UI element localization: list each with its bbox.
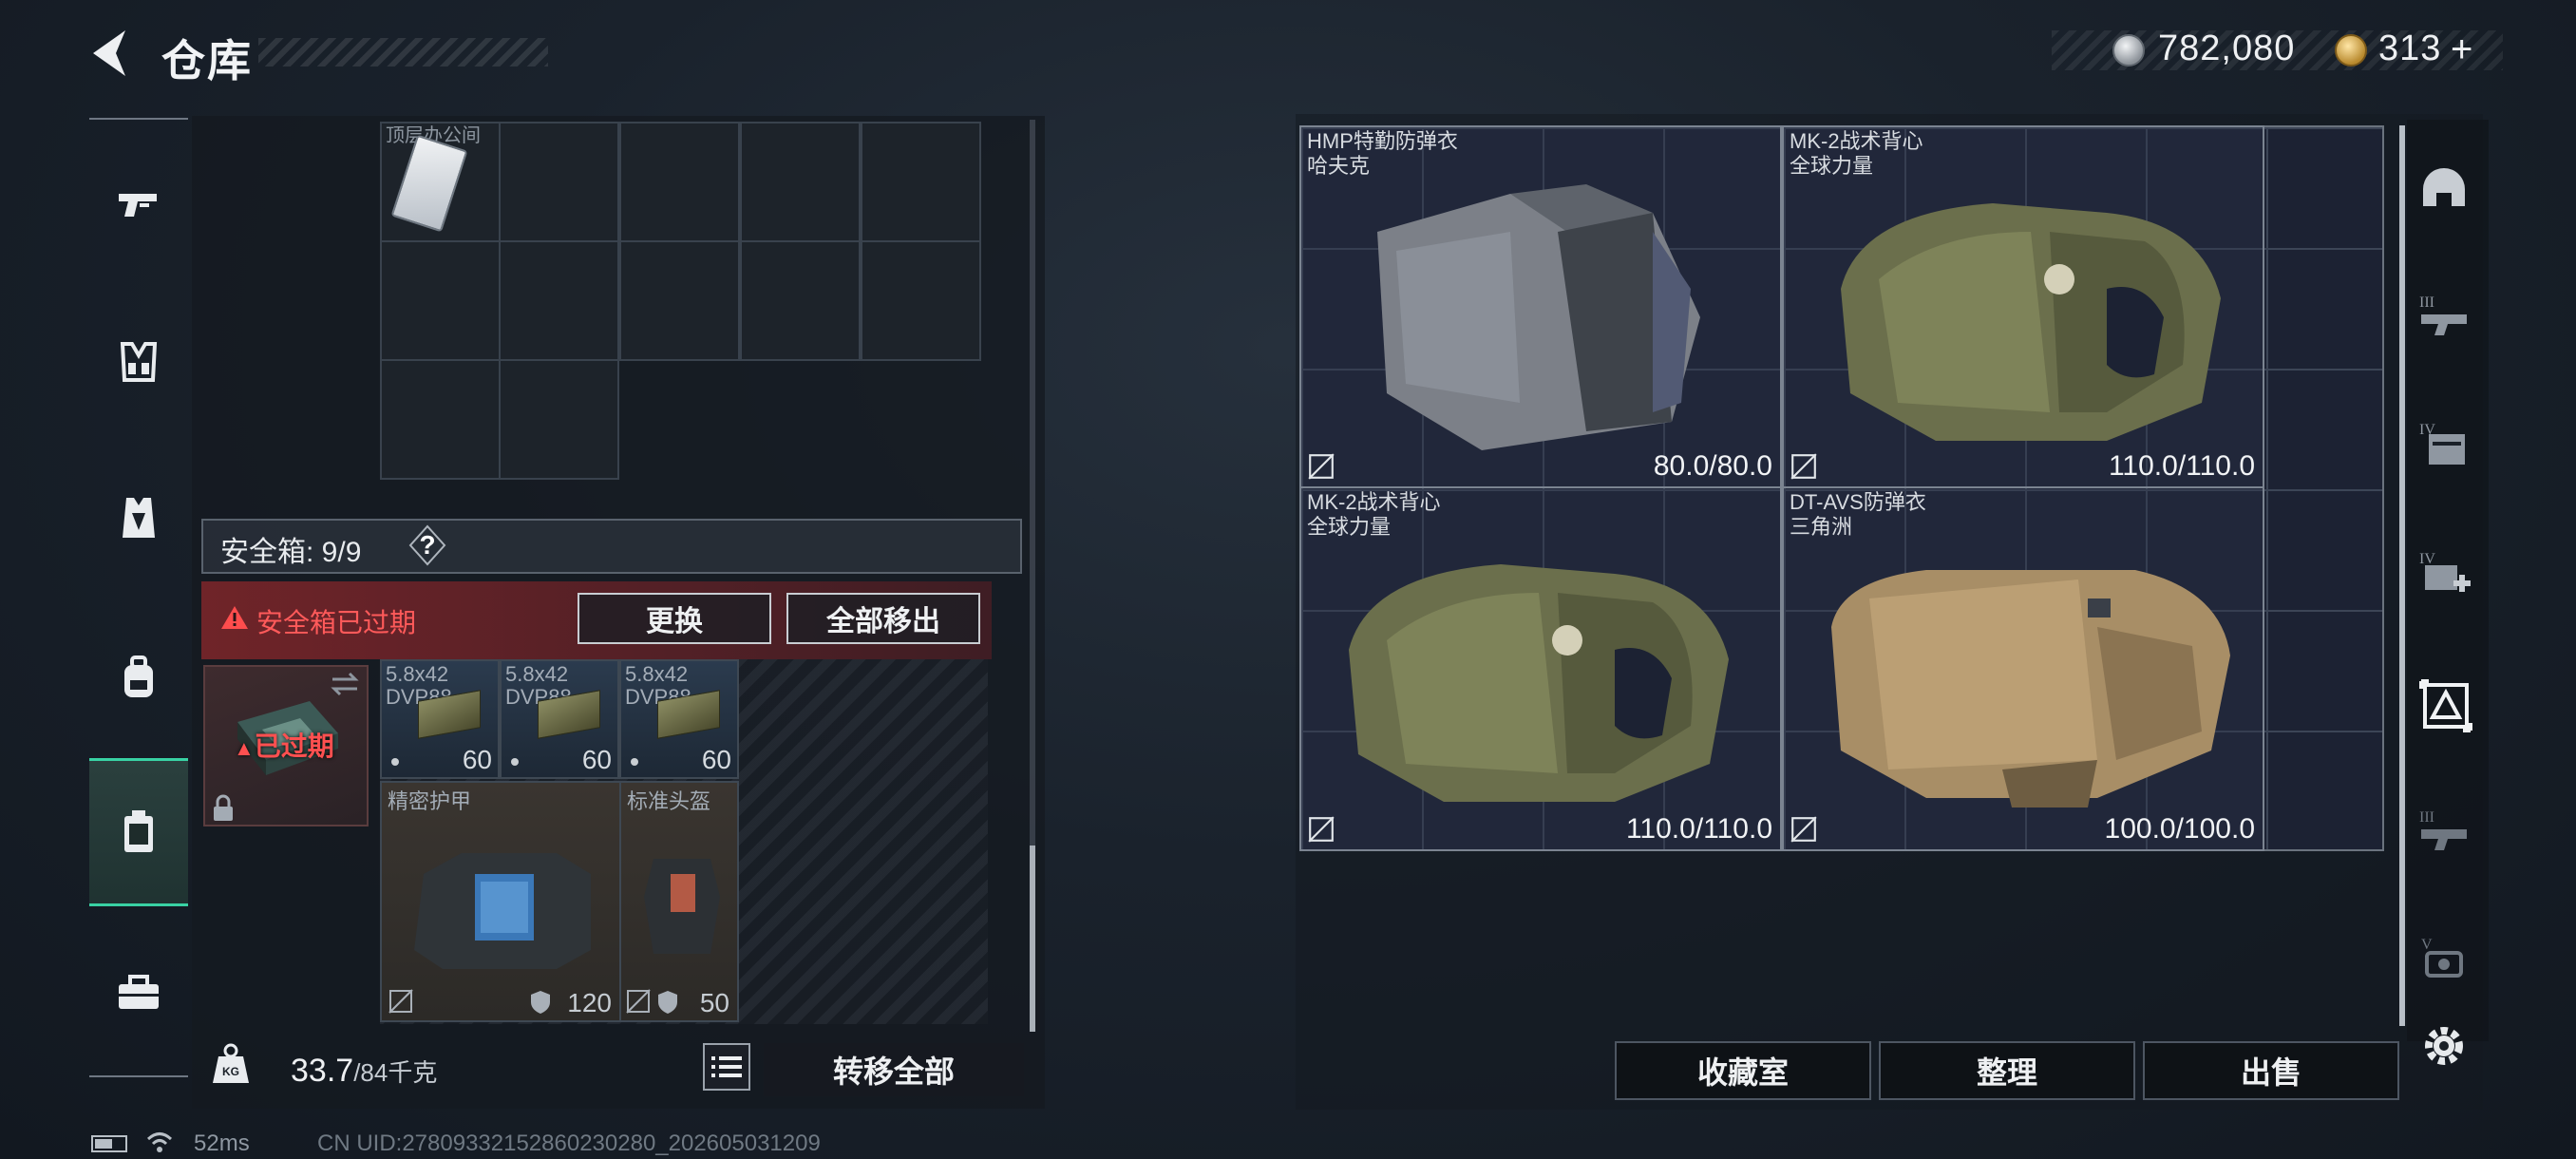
no-insure-icon xyxy=(1308,816,1335,843)
silver-coin-icon xyxy=(2112,34,2145,66)
title-decoration xyxy=(258,38,548,66)
inventory-item-armor[interactable]: MK-2战术背心 全球力量 110.0/110.0 xyxy=(1782,125,2264,488)
dt-avs-vest-image xyxy=(1831,570,2230,808)
add-currency-button[interactable]: + xyxy=(2451,28,2473,71)
armor-filter-icon[interactable] xyxy=(2413,673,2479,739)
nav-divider-top xyxy=(89,118,188,120)
list-icon xyxy=(711,1056,742,1077)
storage-grid xyxy=(380,122,982,481)
ammo-item[interactable]: 5.8x42 DVP88 60 xyxy=(500,659,619,779)
remove-all-button[interactable]: 全部移出 xyxy=(786,593,980,644)
transfer-all-button[interactable]: 转移全部 xyxy=(764,1043,1024,1096)
inventory-item-armor[interactable]: MK-2战术背心 全球力量 110.0/110.0 xyxy=(1299,486,1782,851)
ping-text: 52ms xyxy=(194,1130,250,1156)
ammo-item[interactable]: 5.8x42 DVP88 60 xyxy=(380,659,500,779)
no-insure-icon xyxy=(1790,816,1817,843)
grid-cell[interactable] xyxy=(619,240,740,361)
list-view-button[interactable] xyxy=(703,1043,750,1091)
settings-gear-icon[interactable] xyxy=(2420,1022,2468,1070)
slot-expired-label: ▲已过期 xyxy=(234,732,334,761)
weapon-tier-3b-icon[interactable]: III xyxy=(2413,800,2475,863)
nav-item-weapons[interactable] xyxy=(89,152,188,256)
gear-item-armor[interactable]: 精密护甲 120 xyxy=(380,781,621,1022)
mk2-vest-image xyxy=(1841,203,2221,441)
toolbox-icon xyxy=(119,975,159,1009)
swap-icon[interactable] xyxy=(329,671,361,697)
armor-vest-icon xyxy=(123,498,155,538)
page-title: 仓库 xyxy=(161,36,253,86)
grid-cell[interactable] xyxy=(740,240,861,361)
no-insure-icon xyxy=(388,989,413,1014)
wifi-icon xyxy=(146,1132,173,1152)
silver-amount: 782,080 xyxy=(2158,28,2296,68)
expired-message: 安全箱已过期 xyxy=(256,608,417,637)
grid-cell[interactable] xyxy=(499,359,619,480)
help-icon[interactable]: ? xyxy=(408,524,446,566)
battery-icon xyxy=(91,1135,127,1152)
grid-cell[interactable] xyxy=(380,359,501,480)
safebox-icon xyxy=(124,810,153,852)
mk2-vest-image xyxy=(1349,564,1729,802)
medkit-tier-4-icon[interactable]: IV xyxy=(2413,542,2475,604)
nav-divider-bottom xyxy=(89,1075,188,1077)
svg-text:IV: IV xyxy=(2419,551,2435,567)
ammo-dot-icon xyxy=(631,758,638,766)
nav-item-backpack[interactable] xyxy=(89,625,188,730)
grid-cell[interactable] xyxy=(499,240,619,361)
back-arrow-icon[interactable] xyxy=(87,27,133,80)
inventory-scrollbar[interactable] xyxy=(2399,125,2405,1026)
nav-item-toolbox[interactable] xyxy=(89,940,188,1045)
no-insure-icon xyxy=(1790,453,1817,480)
gear-item-helmet[interactable]: 标准头盔 50 xyxy=(619,781,739,1022)
ammo-dot-icon xyxy=(391,758,399,766)
organize-button[interactable]: 整理 xyxy=(1879,1041,2135,1100)
nav-item-safebox[interactable] xyxy=(89,758,188,906)
shield-icon xyxy=(531,991,550,1014)
storage-scrollbar-thumb[interactable] xyxy=(1030,846,1035,1032)
weight-readout: 33.7/84千克 xyxy=(291,1053,438,1089)
nav-item-armor[interactable] xyxy=(89,466,188,570)
inventory-item-armor[interactable]: HMP特勤防弹衣 哈夫克 80.0/80.0 xyxy=(1299,125,1782,488)
replace-button[interactable]: 更换 xyxy=(578,593,771,644)
lock-icon xyxy=(214,794,233,821)
hmp-vest-image xyxy=(1377,184,1700,450)
ammo-item[interactable]: 5.8x42 DVP88 60 xyxy=(619,659,739,779)
sell-button[interactable]: 出售 xyxy=(2143,1041,2399,1100)
ammo-dot-icon xyxy=(511,758,519,766)
uid-text: CN UID:278093321528602302​80_20260503120… xyxy=(317,1130,821,1156)
svg-text:III: III xyxy=(2419,809,2434,826)
pistol-icon xyxy=(119,194,157,217)
armor-plate-image xyxy=(414,853,591,969)
grid-cell[interactable] xyxy=(619,122,740,242)
svg-text:III: III xyxy=(2419,294,2434,311)
safebox-capacity: 安全箱: 9/9 xyxy=(220,537,362,568)
gold-coin-icon xyxy=(2335,34,2367,66)
warning-icon xyxy=(221,606,248,629)
collection-room-button[interactable]: 收藏室 xyxy=(1615,1041,1871,1100)
helmet-image xyxy=(644,859,720,954)
backpack-icon xyxy=(124,656,153,697)
weapon-tier-3-icon[interactable]: III xyxy=(2413,285,2475,348)
svg-text:KG: KG xyxy=(222,1065,239,1078)
case-tier-4-icon[interactable]: IV xyxy=(2413,412,2475,475)
nav-item-vest[interactable] xyxy=(89,310,188,414)
gear-tier-5-icon[interactable]: V xyxy=(2413,927,2475,990)
weight-icon: KG xyxy=(213,1043,249,1083)
shield-icon xyxy=(658,991,677,1014)
no-insure-icon xyxy=(626,989,651,1014)
grid-cell[interactable] xyxy=(499,122,619,242)
helmet-icon[interactable] xyxy=(2413,162,2475,224)
inventory-item-armor[interactable]: DT-AVS防弹衣 三角洲 100.0/100.0 xyxy=(1782,486,2264,851)
no-insure-icon xyxy=(1308,453,1335,480)
svg-text:V: V xyxy=(2421,937,2433,953)
chest-rig-icon xyxy=(120,342,158,382)
gold-amount: 313 xyxy=(2378,28,2442,68)
grid-cell[interactable] xyxy=(861,240,981,361)
grid-cell[interactable] xyxy=(861,122,981,242)
grid-cell[interactable] xyxy=(380,240,501,361)
grid-cell[interactable] xyxy=(740,122,861,242)
